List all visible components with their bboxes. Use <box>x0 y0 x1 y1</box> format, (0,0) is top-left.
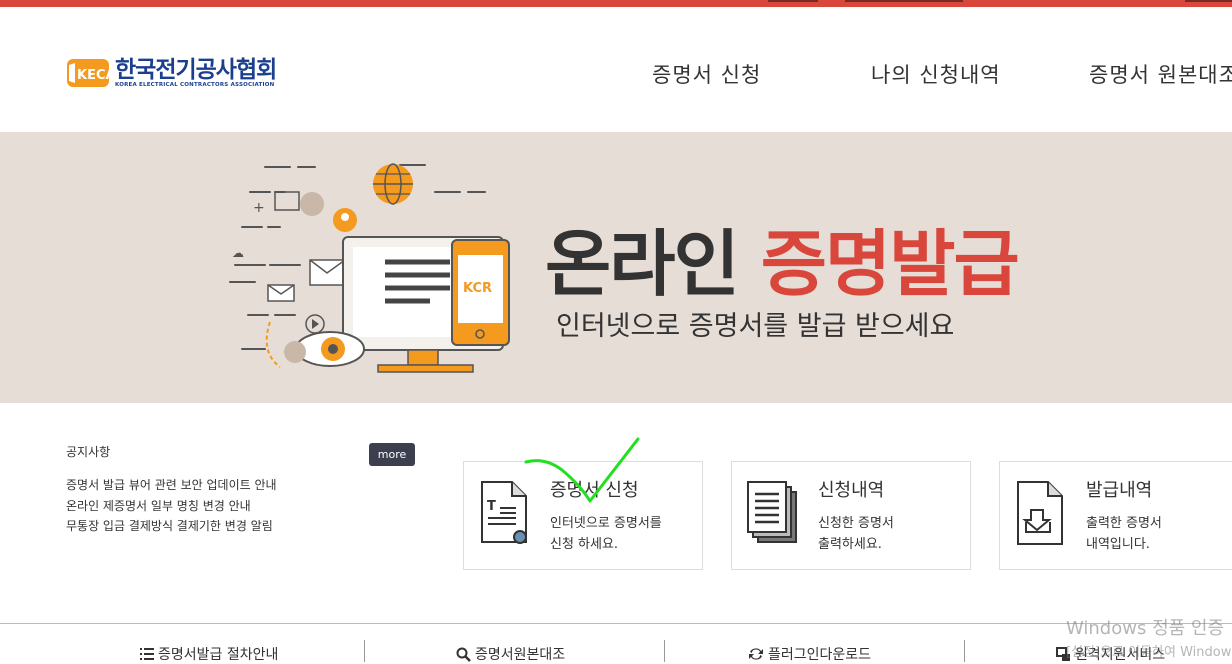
banner-title: 온라인 증명발급 <box>545 222 1020 306</box>
notice-more-button[interactable]: more <box>369 443 415 466</box>
stacked-documents-icon <box>746 480 802 552</box>
card-title: 증명서 신청 <box>550 480 639 501</box>
document-pen-icon: T <box>478 480 530 550</box>
hero-banner: + ☁ KCR 온라인 증명발급 인터넷으로 증명서를 발급 받으세요 <box>0 132 1232 403</box>
notice-item[interactable]: 증명서 발급 뷰어 관련 보안 업데이트 안내 <box>66 475 416 496</box>
quick-link-plugin-download[interactable]: 플러그인다운로드 <box>748 644 871 664</box>
card-description: 출력한 증명서 내역입니다. <box>1086 516 1162 552</box>
svg-text:☁: ☁ <box>232 246 244 260</box>
card-title: 발급내역 <box>1086 480 1153 501</box>
online-certificate-illustration: + ☁ KCR <box>229 163 510 373</box>
svg-text:KCR: KCR <box>463 281 492 296</box>
card-issue-history[interactable]: 발급내역 출력한 증명서 내역입니다. <box>999 461 1232 570</box>
nav-item-certificate-apply[interactable]: 증명서 신청 <box>652 59 761 89</box>
notice-item[interactable]: 온라인 제증명서 일부 명칭 변경 안내 <box>66 496 416 517</box>
nav-item-original-verify[interactable]: 증명서 원본대조 <box>1089 59 1232 89</box>
windows-activation-watermark: Windows 정품 인증 [설정]으로 이동하여 Windows를 <box>1066 618 1232 660</box>
card-request-history[interactable]: 신청내역 신청한 증명서 출력하세요. <box>731 461 971 570</box>
list-icon <box>140 648 154 660</box>
notice-title: 공지사항 <box>66 445 111 459</box>
refresh-icon <box>749 648 763 660</box>
search-icon <box>456 647 471 662</box>
svg-text:+: + <box>253 200 265 216</box>
banner-subtitle: 인터넷으로 증명서를 발급 받으세요 <box>556 311 955 342</box>
card-certificate-apply[interactable]: T 증명서 신청 인터넷으로 증명서를 신청 하세요. <box>463 461 703 570</box>
quick-link-procedure[interactable]: 증명서발급 절차안내 <box>140 644 278 664</box>
quick-link-original-verify[interactable]: 증명서원본대조 <box>456 644 565 664</box>
main-nav: 증명서 신청 나의 신청내역 증명서 원본대조 <box>0 59 1232 99</box>
top-accent-bar <box>0 0 1232 7</box>
document-download-icon <box>1014 480 1066 550</box>
svg-text:T: T <box>487 499 496 514</box>
notice-board: 공지사항 more 증명서 발급 뷰어 관련 보안 업데이트 안내 온라인 제증… <box>66 443 416 537</box>
notice-item[interactable]: 무통장 입금 결제방식 결제기한 변경 알림 <box>66 516 416 537</box>
card-description: 인터넷으로 증명서를 신청 하세요. <box>550 516 662 552</box>
nav-item-my-requests[interactable]: 나의 신청내역 <box>871 59 1001 89</box>
card-title: 신청내역 <box>818 480 885 501</box>
card-description: 신청한 증명서 출력하세요. <box>818 516 894 552</box>
bottom-quick-links: 증명서발급 절차안내 증명서원본대조 플러그인다운로드 원격지원서비스 <box>0 623 1232 664</box>
site-header: KECA 한국전기공사협회 KOREA ELECTRICAL CONTRACTO… <box>0 7 1232 132</box>
